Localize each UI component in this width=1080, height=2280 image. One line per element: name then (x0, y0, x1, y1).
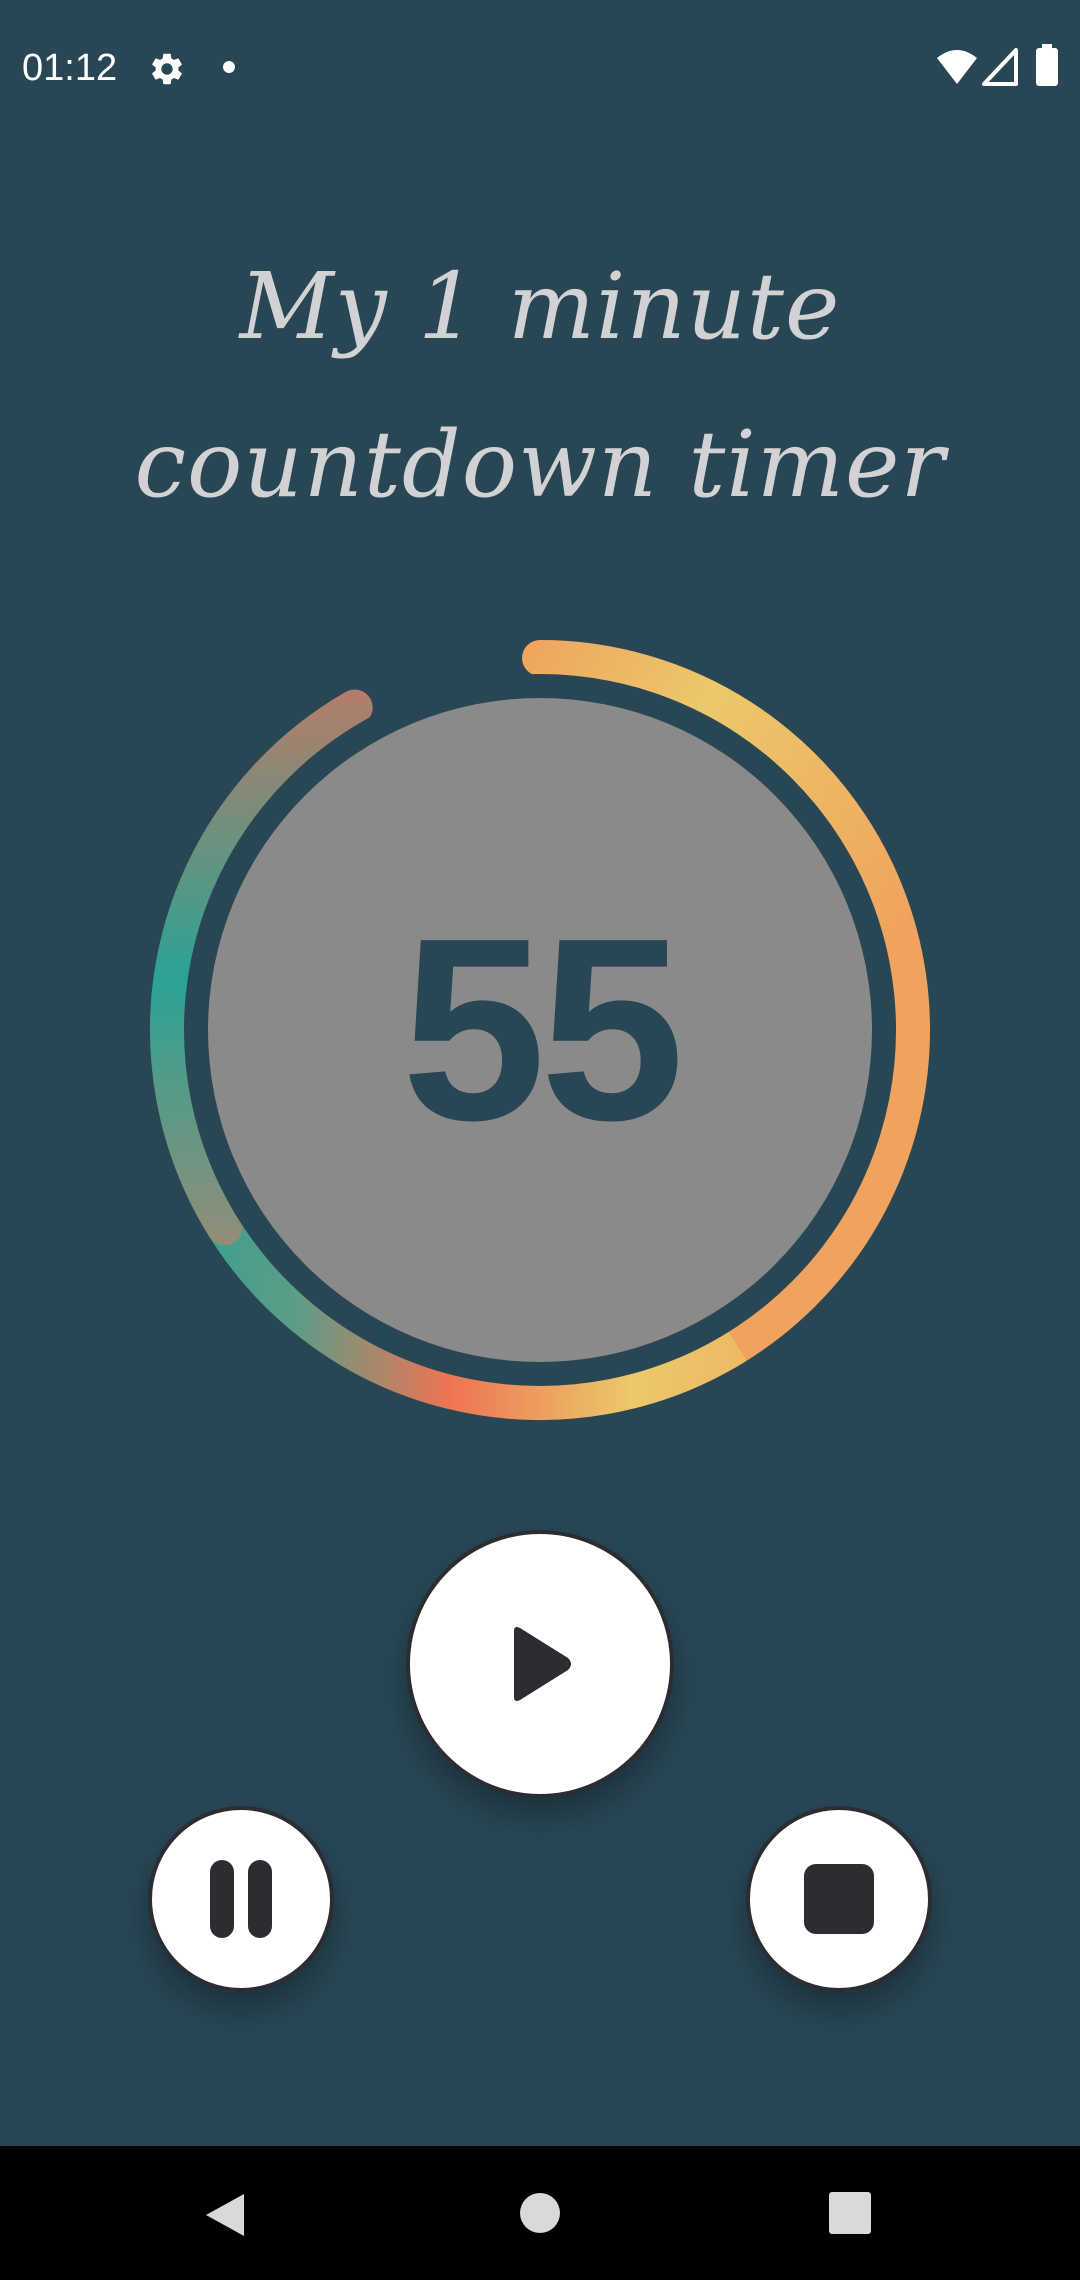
stop-button[interactable] (746, 1806, 932, 1992)
recents-icon[interactable] (829, 2192, 871, 2234)
stop-icon (804, 1864, 874, 1934)
pause-button[interactable] (148, 1806, 334, 1992)
back-icon[interactable] (204, 2192, 246, 2238)
play-button[interactable] (406, 1530, 674, 1798)
navigation-bar (0, 2146, 1080, 2280)
timer-value: 55 (401, 885, 684, 1175)
play-icon (514, 1627, 571, 1701)
pause-icon (210, 1860, 272, 1938)
countdown-ring (150, 640, 930, 1420)
home-icon[interactable] (519, 2192, 561, 2234)
